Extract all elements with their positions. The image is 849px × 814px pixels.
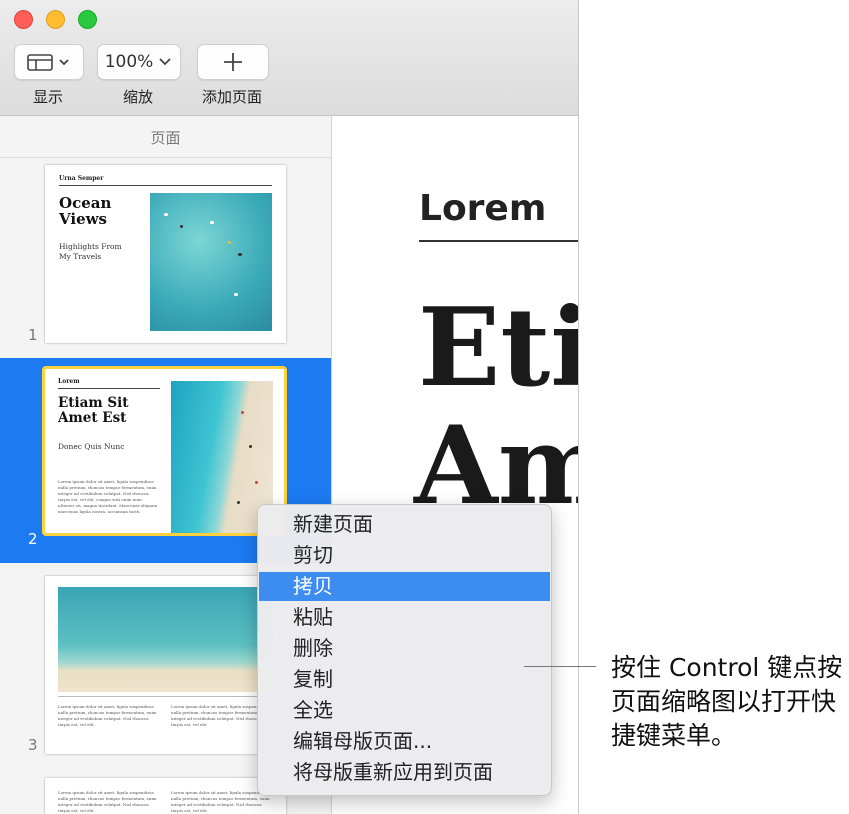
menu-item-edit-master-page[interactable]: 编辑母版页面...	[259, 727, 550, 756]
menu-item-paste[interactable]: 粘贴	[259, 603, 550, 632]
zoom-window-button[interactable]	[78, 10, 97, 29]
sidebar-view-icon	[27, 54, 69, 71]
toolbar: 显示 100% 缩放 添加页面	[0, 0, 578, 116]
view-label: 显示	[32, 88, 63, 106]
page-thumbnail-4[interactable]: Lorem ipsum dolor sit amet, ligula suspe…	[45, 778, 286, 814]
menu-item-reapply-master[interactable]: 将母版重新应用到页面	[259, 758, 550, 787]
divider	[0, 157, 331, 158]
thumb-title: Ocean Views	[59, 194, 112, 228]
view-button[interactable]	[14, 44, 84, 80]
menu-item-select-all[interactable]: 全选	[259, 696, 550, 725]
menu-item-copy[interactable]: 拷贝	[259, 572, 550, 601]
add-page-label: 添加页面	[201, 88, 262, 106]
sidebar-title: 页面	[150, 129, 181, 147]
divider	[419, 240, 578, 242]
chevron-down-icon	[159, 58, 171, 66]
callout-text: 按住 Control 键点按页面缩略图以打开快捷键菜单。	[611, 653, 843, 750]
ocean-photo	[58, 587, 273, 692]
close-window-button[interactable]	[14, 10, 33, 29]
menu-item-duplicate[interactable]: 复制	[259, 665, 550, 694]
thumb-body-text: Lorem ipsum dolor sit amet, ligula suspe…	[58, 704, 157, 727]
ocean-photo	[150, 193, 272, 331]
plus-icon	[224, 53, 242, 71]
thumb-body-text: Lorem ipsum dolor sit amet, ligula suspe…	[58, 790, 157, 813]
add-page-button[interactable]	[197, 44, 269, 80]
document-kicker: Lorem	[419, 188, 547, 229]
page-number: 3	[28, 736, 38, 754]
menu-item-cut[interactable]: 剪切	[259, 541, 550, 570]
thumbnail-selection-border	[42, 366, 287, 536]
zoom-value: 100%	[104, 52, 154, 72]
menu-item-new-page[interactable]: 新建页面	[259, 510, 550, 539]
menu-item-delete[interactable]: 删除	[259, 634, 550, 663]
callout-line	[524, 666, 596, 667]
divider	[58, 696, 273, 697]
divider	[59, 185, 272, 186]
page-number: 1	[28, 326, 38, 344]
page-thumbnail-1[interactable]: Urna Semper Ocean Views Highlights From …	[45, 165, 286, 343]
document-title-line-1: Etia	[418, 285, 578, 411]
page-number: 2	[28, 530, 38, 548]
thumb-kicker: Urna Semper	[59, 175, 104, 182]
minimize-window-button[interactable]	[46, 10, 65, 29]
zoom-label: 缩放	[122, 88, 153, 106]
zoom-button[interactable]: 100%	[97, 44, 181, 80]
page-thumbnail-3[interactable]: Lorem ipsum dolor sit amet, ligula suspe…	[45, 576, 286, 754]
context-menu: 新建页面 剪切 拷贝 粘贴 删除 复制 全选 编辑母版页面... 将母版重新应用…	[257, 504, 552, 796]
thumb-subtitle: Highlights From My Travels	[59, 242, 122, 261]
thumb-body-text: Lorem ipsum dolor sit amet, ligula suspe…	[171, 790, 270, 813]
